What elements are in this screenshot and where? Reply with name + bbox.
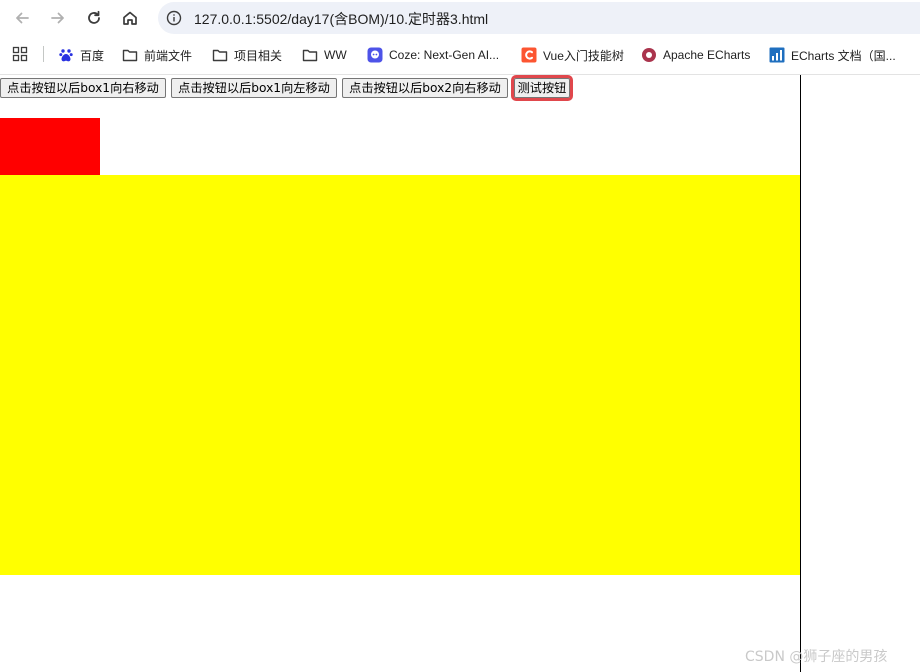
page-right-border (800, 75, 801, 672)
bookmark-baidu[interactable]: 百度 (58, 45, 104, 65)
apps-grid-icon (12, 46, 28, 62)
box1-move-left-button[interactable]: 点击按钮以后box1向左移动 (171, 78, 337, 98)
forward-button[interactable] (45, 5, 71, 31)
folder-icon (122, 47, 138, 63)
bookmark-label: 项目相关 (234, 48, 283, 63)
box1-move-right-button[interactable]: 点击按钮以后box1向右移动 (0, 78, 166, 98)
bookmark-label: ECharts 文档（国... (791, 48, 896, 63)
url-text: 127.0.0.1:5502/day17(含BOM)/10.定时器3.html (194, 11, 489, 27)
coze-icon (367, 47, 383, 63)
baidu-paw-icon (58, 47, 74, 63)
bookmark-label: Vue入门技能树 (543, 48, 624, 63)
folder-icon (302, 47, 318, 63)
apps-button[interactable] (12, 44, 28, 64)
site-info-icon[interactable] (166, 10, 182, 26)
arrow-left-icon (16, 12, 29, 24)
bookmark-label: Coze: Next-Gen AI... (389, 48, 500, 62)
back-button[interactable] (9, 5, 35, 31)
echarts-doc-icon (769, 47, 785, 63)
bookmark-project[interactable]: 项目相关 (212, 45, 282, 65)
arrow-right-icon (51, 12, 64, 24)
reload-icon (88, 10, 100, 24)
bookmark-echarts-docs[interactable]: ECharts 文档（国... (769, 45, 896, 65)
bookmark-label: WW (324, 48, 347, 62)
test-button[interactable]: 测试按钮 (511, 75, 573, 101)
reload-button[interactable] (81, 5, 107, 31)
csdn-c-icon (521, 47, 537, 63)
csdn-watermark: CSDN @狮子座的男孩 (745, 649, 888, 665)
bookmark-label: Apache ECharts (663, 48, 751, 62)
bookmark-vue[interactable]: Vue入门技能树 (521, 45, 624, 65)
box1 (0, 118, 100, 175)
bookmark-label: 前端文件 (144, 48, 193, 63)
box2 (0, 175, 800, 575)
bookmark-coze[interactable]: Coze: Next-Gen AI... (367, 45, 499, 65)
bookmarks-separator (43, 46, 44, 62)
home-button[interactable] (117, 5, 143, 31)
folder-icon (212, 47, 228, 63)
echarts-icon (641, 47, 657, 63)
bookmark-label: 百度 (80, 48, 105, 63)
bookmark-ww[interactable]: WW (302, 45, 347, 65)
browser-toolbar: 127.0.0.1:5502/day17(含BOM)/10.定时器3.html (0, 0, 920, 36)
bookmarks-bar: 百度 前端文件 项目相关 WW Coze: Next-Gen AI... Vue… (0, 36, 920, 74)
page-viewport: 点击按钮以后box1向右移动 点击按钮以后box1向左移动 点击按钮以后box2… (0, 75, 800, 672)
box2-move-right-button[interactable]: 点击按钮以后box2向右移动 (342, 78, 508, 98)
bookmark-apache-echarts[interactable]: Apache ECharts (641, 45, 750, 65)
address-bar[interactable]: 127.0.0.1:5502/day17(含BOM)/10.定时器3.html (158, 2, 920, 34)
bookmark-frontend-files[interactable]: 前端文件 (122, 45, 192, 65)
home-icon (123, 11, 137, 25)
